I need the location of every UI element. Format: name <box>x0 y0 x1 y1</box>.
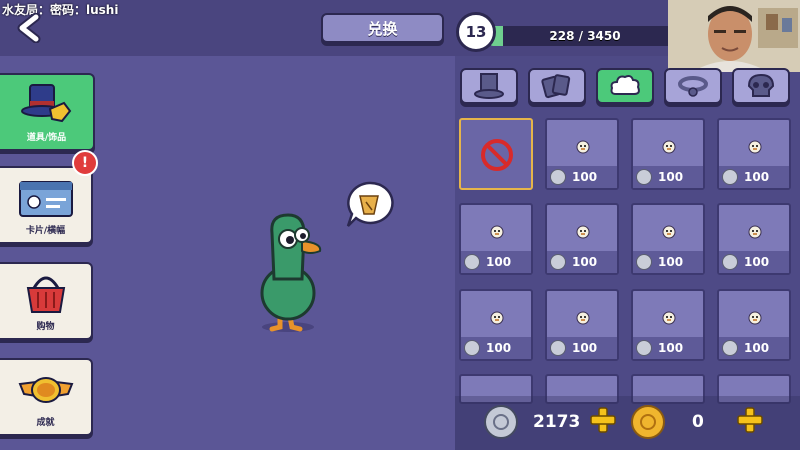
emote-preview-icon <box>662 140 676 154</box>
sidebar-item-label: 道具/饰品 <box>26 133 67 143</box>
sidebar-item-achievements[interactable]: 成就 <box>0 358 93 436</box>
emote-preview-icon <box>748 311 762 325</box>
silver-coin-icon <box>636 254 652 270</box>
item-price: 100 <box>719 166 789 188</box>
emote-preview-icon <box>576 225 590 239</box>
item-price-value: 100 <box>486 255 512 269</box>
back-button[interactable] <box>12 12 46 44</box>
tab-hats[interactable] <box>460 68 518 104</box>
emote-preview-icon <box>662 311 676 325</box>
silver-coin-icon <box>484 405 518 439</box>
plus-icon <box>590 407 616 433</box>
exchange-button[interactable]: 兑换 <box>321 13 444 43</box>
plus-icon <box>737 407 763 433</box>
gold-coin-icon <box>631 405 665 439</box>
item-slot[interactable]: 100 <box>717 203 791 275</box>
item-slot[interactable]: 100 <box>631 289 705 361</box>
item-slot[interactable]: 100 <box>631 203 705 275</box>
sidebar-item-cards-banners[interactable]: 卡片/横幅 <box>0 166 93 244</box>
emote-preview-icon <box>490 225 504 239</box>
emote-speech-bubble <box>346 181 394 227</box>
silver-coin-icon <box>464 340 480 356</box>
silver-coin-icon <box>550 340 566 356</box>
item-price: 100 <box>547 166 617 188</box>
add-silver-button[interactable] <box>588 405 618 435</box>
ggd-wings-badge-icon <box>18 377 74 403</box>
item-price-value: 100 <box>572 255 598 269</box>
item-price-value: 100 <box>572 341 598 355</box>
sidebar-item-label: 购物 <box>36 322 55 332</box>
none-icon <box>481 139 513 171</box>
item-price-value: 100 <box>486 341 512 355</box>
id-card-icon <box>19 181 73 217</box>
item-slot[interactable]: 100 <box>545 289 619 361</box>
silver-coin-icon <box>722 254 738 270</box>
item-price-value: 100 <box>744 170 770 184</box>
tab-cards[interactable] <box>528 68 586 104</box>
game-screen: 水友局：密码：lushi 兑换 228 / 3450 13 道具/饰品 卡片/横… <box>0 0 800 450</box>
emote-preview-icon <box>490 311 504 325</box>
sidebar-item-shop[interactable]: 购物 <box>0 262 93 340</box>
tab-effects[interactable] <box>732 68 790 104</box>
emote-preview-icon <box>748 225 762 239</box>
silver-coin-icon <box>636 169 652 185</box>
shopping-basket-icon <box>26 276 66 313</box>
emote-preview-icon <box>576 140 590 154</box>
collar-icon <box>678 76 708 97</box>
item-slot[interactable]: 100 <box>545 203 619 275</box>
item-slot[interactable]: 100 <box>717 289 791 361</box>
item-slot[interactable]: 100 <box>545 118 619 190</box>
item-slot[interactable]: 100 <box>459 203 533 275</box>
xp-progress-bar: 228 / 3450 <box>490 26 680 46</box>
item-price: 100 <box>633 251 703 273</box>
top-hat-icon <box>474 73 504 99</box>
level-badge: 13 <box>456 12 496 52</box>
item-price: 100 <box>547 337 617 359</box>
item-price: 100 <box>633 166 703 188</box>
item-price-value: 100 <box>744 341 770 355</box>
item-price-value: 100 <box>658 341 684 355</box>
silver-coin-icon <box>636 340 652 356</box>
item-price-value: 100 <box>572 170 598 184</box>
top-hat-glove-icon <box>21 84 72 123</box>
cards-icon <box>541 74 571 99</box>
item-price-value: 100 <box>658 170 684 184</box>
silver-coin-icon <box>550 169 566 185</box>
emote-preview-icon <box>662 225 676 239</box>
silver-coin-icon <box>722 340 738 356</box>
tab-collars[interactable] <box>664 68 722 104</box>
item-price: 100 <box>719 337 789 359</box>
back-arrow-icon <box>17 13 41 43</box>
sidebar-item-accessories[interactable]: 道具/饰品 <box>0 73 95 151</box>
silver-coin-icon <box>550 254 566 270</box>
poof-cloud-icon <box>610 75 640 95</box>
sidebar-item-label: 成就 <box>36 418 55 428</box>
item-price: 100 <box>547 251 617 273</box>
silver-balance: 2173 <box>533 412 581 432</box>
item-slot[interactable]: 100 <box>459 289 533 361</box>
silver-coin-icon <box>464 254 480 270</box>
item-price: 100 <box>461 251 531 273</box>
skull-icon <box>747 73 775 97</box>
item-none-slot[interactable] <box>459 118 533 190</box>
xp-text: 228 / 3450 <box>549 29 621 43</box>
streamer-webcam <box>668 0 800 72</box>
item-slot[interactable]: 100 <box>717 118 791 190</box>
sidebar-item-label: 卡片/横幅 <box>25 226 66 236</box>
item-price: 100 <box>719 251 789 273</box>
item-slot[interactable]: 100 <box>631 118 705 190</box>
add-gold-button[interactable] <box>735 405 765 435</box>
emote-preview-icon <box>576 311 590 325</box>
gold-balance: 0 <box>692 412 704 432</box>
item-price: 100 <box>633 337 703 359</box>
item-price: 100 <box>461 337 531 359</box>
duck-character <box>260 213 322 332</box>
new-alert-badge: ! <box>72 150 98 176</box>
silver-coin-icon <box>722 169 738 185</box>
item-price-value: 100 <box>744 255 770 269</box>
tab-emotes[interactable] <box>596 68 654 104</box>
emote-preview-icon <box>748 140 762 154</box>
item-price-value: 100 <box>658 255 684 269</box>
